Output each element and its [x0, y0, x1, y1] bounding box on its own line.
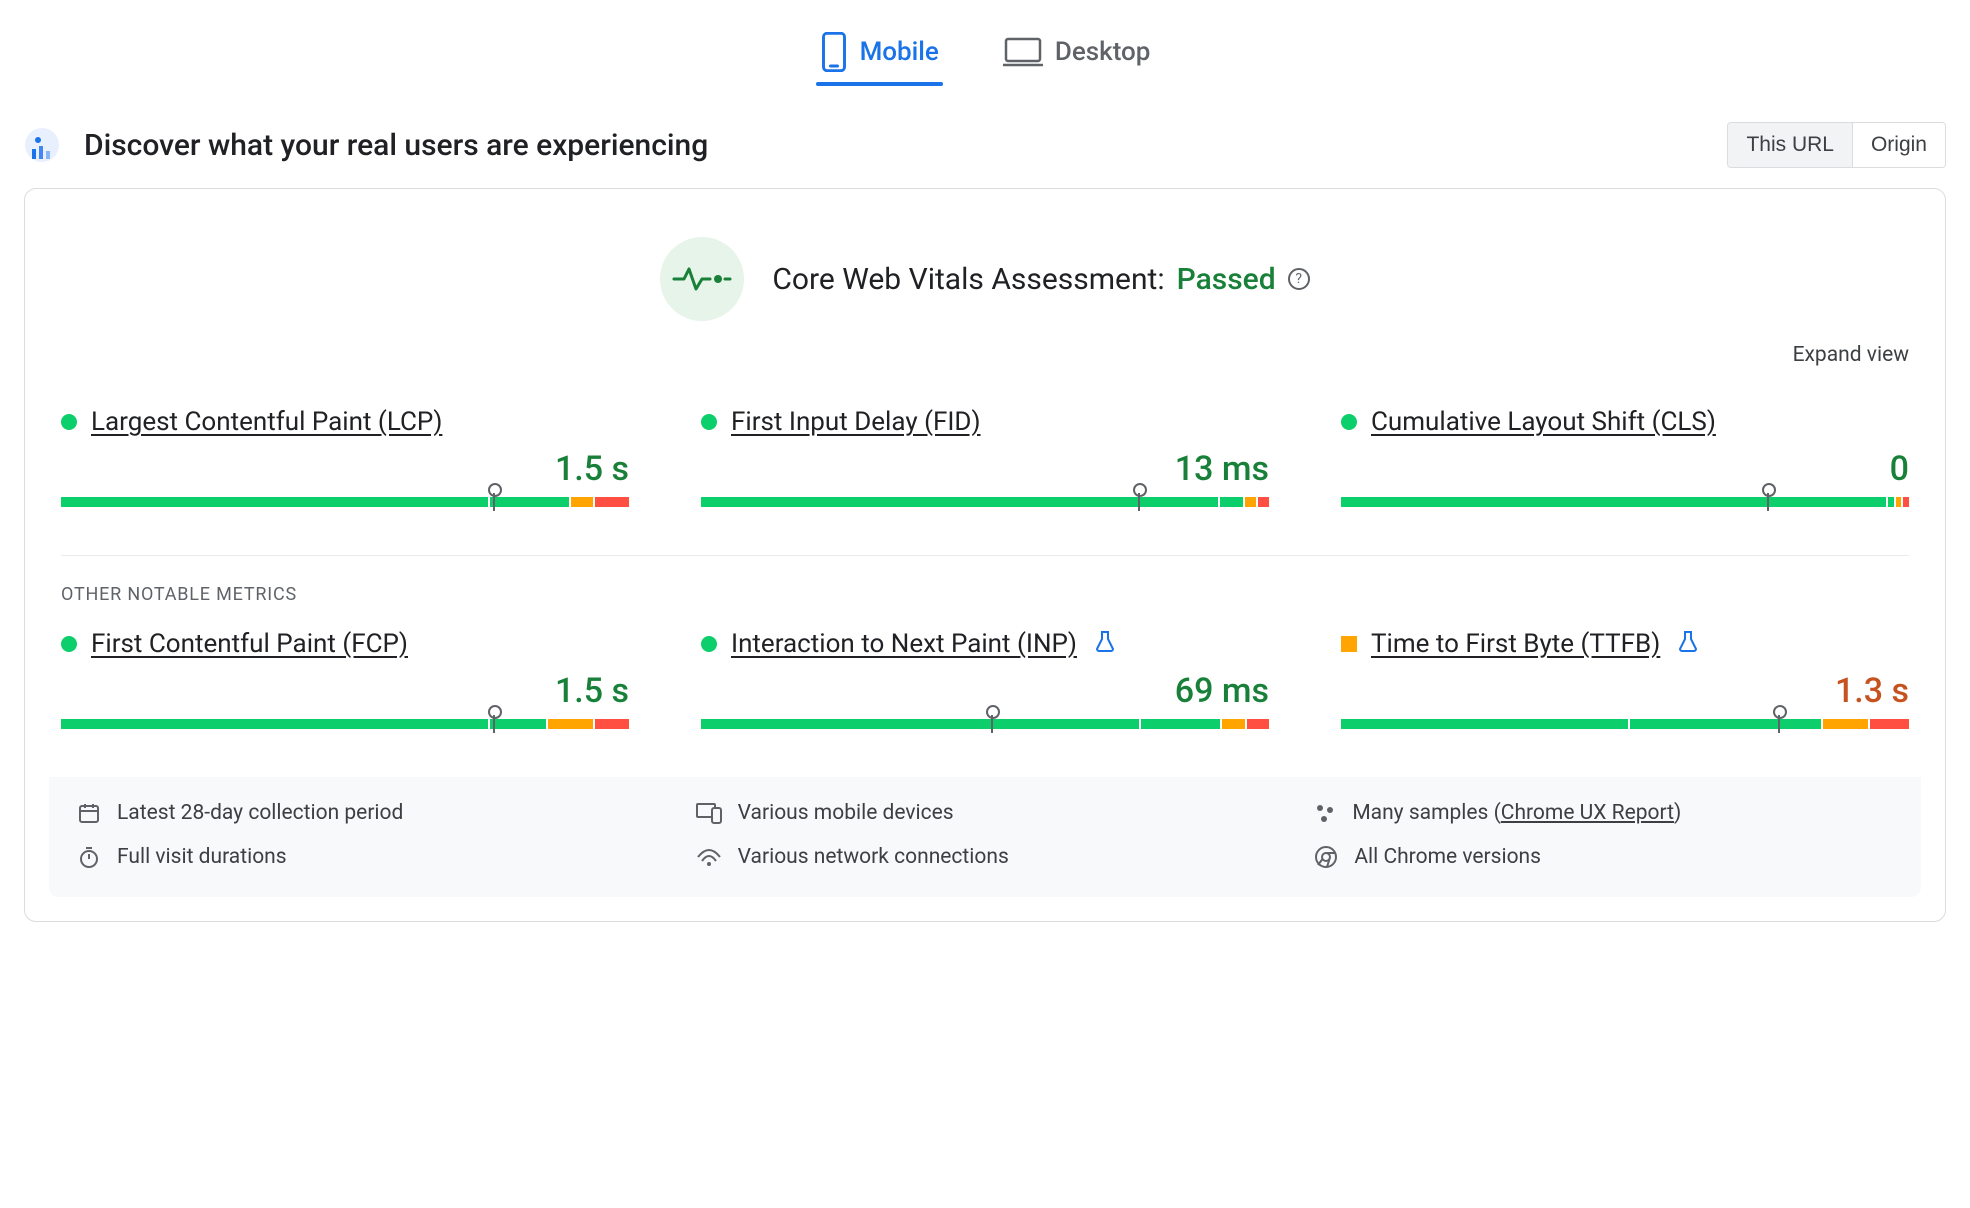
crux-report-link[interactable]: Chrome UX Report	[1501, 801, 1674, 825]
tab-mobile-label: Mobile	[860, 37, 939, 67]
footer-period: Latest 28-day collection period	[77, 801, 656, 825]
status-dot-icon	[61, 636, 77, 652]
footer-duration-text: Full visit durations	[117, 845, 287, 869]
other-metrics-grid: First Contentful Paint (FCP) 1.5 s Inter…	[25, 613, 1945, 741]
metric-fcp-name[interactable]: First Contentful Paint (FCP)	[91, 629, 408, 659]
page-title: Discover what your real users are experi…	[84, 128, 1703, 163]
core-metrics-grid: Largest Contentful Paint (LCP) 1.5 s Fir…	[25, 391, 1945, 519]
metric-lcp-dist	[61, 497, 629, 507]
status-dot-icon	[61, 414, 77, 430]
flask-icon[interactable]	[1678, 630, 1698, 658]
footer-network-text: Various network connections	[738, 845, 1009, 869]
metric-fid-value: 13 ms	[1175, 449, 1269, 489]
metric-inp-dist	[701, 719, 1269, 729]
metric-inp: Interaction to Next Paint (INP) 69 ms	[701, 629, 1269, 729]
status-dot-icon	[1341, 414, 1357, 430]
footer-samples-text: Many samples (Chrome UX Report)	[1352, 801, 1681, 825]
tab-mobile[interactable]: Mobile	[816, 24, 943, 86]
calendar-icon	[77, 801, 101, 825]
metric-inp-value: 69 ms	[1175, 671, 1269, 711]
metric-lcp-value: 1.5 s	[555, 449, 629, 489]
chrome-icon	[1314, 845, 1338, 869]
metric-fid-dist	[701, 497, 1269, 507]
tab-desktop-label: Desktop	[1055, 37, 1151, 67]
metric-ttfb-dist	[1341, 719, 1909, 729]
devices-icon	[696, 802, 722, 824]
footer-versions-text: All Chrome versions	[1354, 845, 1541, 869]
footer-versions: All Chrome versions	[1314, 845, 1893, 869]
toggle-origin[interactable]: Origin	[1852, 123, 1945, 167]
metric-ttfb-value: 1.3 s	[1835, 671, 1909, 711]
data-source-footer: Latest 28-day collection period Various …	[49, 777, 1921, 897]
footer-devices: Various mobile devices	[696, 801, 1275, 825]
assessment-prefix: Core Web Vitals Assessment:	[772, 262, 1164, 297]
status-square-icon	[1341, 636, 1357, 652]
footer-devices-text: Various mobile devices	[738, 801, 954, 825]
metric-cls-value: 0	[1890, 449, 1909, 489]
section-header: Discover what your real users are experi…	[0, 98, 1970, 188]
scatter-icon	[1314, 802, 1336, 824]
tab-desktop[interactable]: Desktop	[999, 24, 1155, 86]
network-icon	[696, 847, 722, 867]
metric-cls-name[interactable]: Cumulative Layout Shift (CLS)	[1371, 407, 1716, 437]
metric-ttfb-name[interactable]: Time to First Byte (TTFB)	[1371, 629, 1660, 659]
footer-period-text: Latest 28-day collection period	[117, 801, 403, 825]
divider	[61, 555, 1909, 556]
metric-fid-name[interactable]: First Input Delay (FID)	[731, 407, 981, 437]
field-data-card: Core Web Vitals Assessment: Passed ? Exp…	[24, 188, 1946, 922]
metric-ttfb: Time to First Byte (TTFB) 1.3 s	[1341, 629, 1909, 729]
other-metrics-label: OTHER NOTABLE METRICS	[25, 584, 1945, 613]
metric-fid: First Input Delay (FID) 13 ms	[701, 407, 1269, 507]
expand-view-link[interactable]: Expand view	[1793, 343, 1909, 367]
cwv-assessment: Core Web Vitals Assessment: Passed ?	[25, 189, 1945, 333]
metric-cls-dist	[1341, 497, 1909, 507]
footer-samples: Many samples (Chrome UX Report)	[1314, 801, 1893, 825]
metric-fcp-dist	[61, 719, 629, 729]
pulse-icon	[660, 237, 744, 321]
footer-duration: Full visit durations	[77, 845, 656, 869]
help-icon[interactable]: ?	[1288, 268, 1310, 290]
toggle-this-url[interactable]: This URL	[1728, 123, 1852, 167]
status-dot-icon	[701, 636, 717, 652]
metric-fcp: First Contentful Paint (FCP) 1.5 s	[61, 629, 629, 729]
metric-fcp-value: 1.5 s	[555, 671, 629, 711]
metric-cls: Cumulative Layout Shift (CLS) 0	[1341, 407, 1909, 507]
footer-network: Various network connections	[696, 845, 1275, 869]
metric-lcp-name[interactable]: Largest Contentful Paint (LCP)	[91, 407, 442, 437]
metric-inp-name[interactable]: Interaction to Next Paint (INP)	[731, 629, 1077, 659]
mobile-icon	[820, 32, 848, 72]
assessment-text: Core Web Vitals Assessment: Passed ?	[772, 262, 1309, 297]
flask-icon[interactable]	[1095, 630, 1115, 658]
device-tabs: Mobile Desktop	[0, 0, 1970, 98]
status-dot-icon	[701, 414, 717, 430]
crux-icon	[24, 127, 60, 163]
desktop-icon	[1003, 36, 1043, 68]
assessment-status: Passed	[1177, 262, 1276, 297]
metric-lcp: Largest Contentful Paint (LCP) 1.5 s	[61, 407, 629, 507]
scope-toggle: This URL Origin	[1727, 122, 1946, 168]
stopwatch-icon	[77, 845, 101, 869]
